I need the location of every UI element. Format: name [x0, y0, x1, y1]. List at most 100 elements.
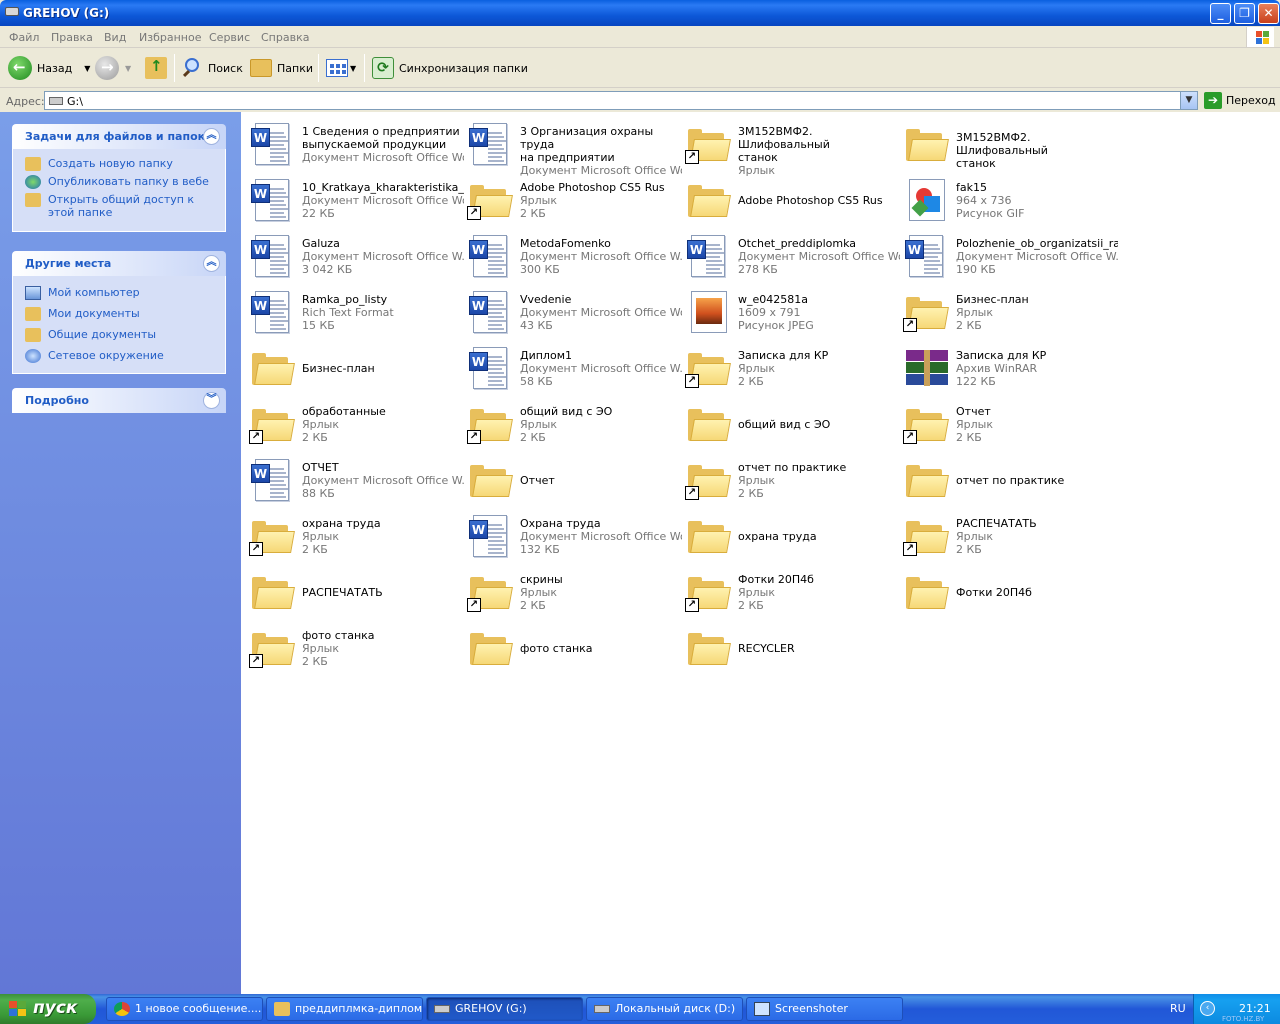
file-item[interactable]: ↗ Записка для КР Ярлык 2 КБ — [681, 340, 899, 392]
file-item[interactable]: Записка для КР Архив WinRAR 122 КБ — [899, 340, 1117, 392]
file-item[interactable]: w_e042581a 1609 x 791 Рисунок JPEG — [681, 284, 899, 336]
collapse-icon[interactable]: ︽ — [203, 255, 220, 272]
file-size: 2 КБ — [956, 543, 982, 556]
menu-tools[interactable]: Сервис — [209, 31, 250, 44]
file-size: 2 КБ — [302, 655, 328, 668]
address-dropdown-button[interactable]: ▼ — [1180, 92, 1197, 109]
file-item[interactable]: ↗ 3М152ВМФ2. Шлифовальный станок Ярлык — [681, 116, 899, 177]
file-item[interactable]: ↗ скрины Ярлык 2 КБ — [463, 564, 681, 616]
file-item[interactable]: ↗ Adobe Photoshop CS5 Rus Ярлык 2 КБ — [463, 172, 681, 224]
file-item[interactable]: фото станка — [463, 620, 681, 672]
file-item[interactable]: W1 Сведения о предприятии выпускаемой пр… — [245, 116, 464, 168]
new-folder-link[interactable]: Создать новую папку — [25, 157, 219, 171]
file-item[interactable]: W Ramka_po_listy Rich Text Format 15 КБ — [245, 284, 463, 336]
file-item[interactable]: W Otchet_preddiplomka Документ Microsoft O… — [681, 228, 900, 280]
file-item[interactable]: Бизнес-план — [245, 340, 463, 392]
back-button[interactable]: ← Назад ▼ — [8, 55, 90, 81]
file-type: Ярлык — [520, 586, 557, 599]
file-size: 2 КБ — [738, 487, 764, 500]
address-input[interactable]: G:\ ▼ — [44, 91, 1198, 110]
maximize-button[interactable]: ❐ — [1234, 3, 1255, 24]
file-item[interactable]: W3 Организация охраны труда на предприят… — [463, 116, 682, 177]
publish-folder-link[interactable]: Опубликовать папку в вебе — [25, 175, 219, 189]
expand-icon[interactable]: ︾ — [203, 392, 220, 409]
my-computer-link[interactable]: Мой компьютер — [25, 286, 219, 300]
file-item[interactable]: fak15 964 x 736 Рисунок GIF — [899, 172, 1117, 224]
file-item[interactable]: РАСПЕЧАТАТЬ — [245, 564, 463, 616]
file-item[interactable]: ↗ общий вид с ЭО Ярлык 2 КБ — [463, 396, 681, 448]
file-item[interactable]: охрана труда — [681, 508, 899, 560]
start-button[interactable]: пуск — [0, 994, 96, 1024]
other-places-header[interactable]: Другие места ︽ — [12, 251, 226, 276]
search-button[interactable]: Поиск — [181, 55, 243, 81]
file-item[interactable]: ↗ фото станка Ярлык 2 КБ — [245, 620, 463, 672]
drive-icon — [49, 97, 63, 105]
file-item[interactable]: ↗ обработанные Ярлык 2 КБ — [245, 396, 463, 448]
taskbar-item-screenshoter[interactable]: Screenshoter — [746, 997, 903, 1021]
taskbar-item-browser[interactable]: 1 новое сообщение.... — [106, 997, 263, 1021]
file-item[interactable]: W 10_Kratkaya_kharakteristika_... Документ… — [245, 172, 464, 224]
file-item[interactable]: 3М152ВМФ2. Шлифовальный станок — [899, 116, 1117, 170]
title-bar[interactable]: GREHOV (G:) _ ❐ ✕ — [0, 0, 1280, 26]
language-indicator[interactable]: RU — [1170, 1002, 1186, 1015]
file-name: Бизнес-план — [956, 293, 1029, 306]
file-item[interactable]: W Galuza Документ Microsoft Office W... 3 0… — [245, 228, 464, 280]
drive-icon — [5, 7, 19, 16]
views-button[interactable]: ▼ — [326, 55, 356, 81]
collapse-icon[interactable]: ︽ — [203, 128, 220, 145]
menu-file[interactable]: Файл — [9, 31, 39, 44]
clock: 21:21 — [1239, 1002, 1271, 1015]
file-item[interactable]: W Vvedenie Документ Microsoft Office Word 4… — [463, 284, 682, 336]
menu-help[interactable]: Справка — [261, 31, 309, 44]
file-item[interactable]: RECYCLER — [681, 620, 899, 672]
file-item[interactable]: ↗ Фотки 20П4б Ярлык 2 КБ — [681, 564, 899, 616]
file-item[interactable]: ↗ РАСПЕЧАТАТЬ Ярлык 2 КБ — [899, 508, 1117, 560]
shared-documents-link[interactable]: Общие документы — [25, 328, 219, 342]
file-item[interactable]: W ОТЧЕТ Документ Microsoft Office W... 88 К… — [245, 452, 464, 504]
file-item[interactable]: Фотки 20П4б — [899, 564, 1117, 616]
menu-favorites[interactable]: Избранное — [139, 31, 201, 44]
minimize-button[interactable]: _ — [1210, 3, 1231, 24]
file-item[interactable]: ↗ охрана труда Ярлык 2 КБ — [245, 508, 463, 560]
file-size: 190 КБ — [956, 263, 996, 276]
shortcut-arrow-icon: ↗ — [903, 430, 917, 444]
details-header[interactable]: Подробно ︾ — [12, 388, 226, 413]
go-button[interactable]: ➔ Переход — [1204, 92, 1276, 109]
file-item[interactable]: общий вид с ЭО — [681, 396, 899, 448]
menu-view[interactable]: Вид — [104, 31, 126, 44]
file-item[interactable]: W MetodaFomenko Документ Microsoft Office … — [463, 228, 682, 280]
word-document-icon: W — [467, 512, 515, 558]
folder-icon: ↗ — [249, 512, 297, 558]
close-button[interactable]: ✕ — [1258, 3, 1279, 24]
sync-folder-button[interactable]: ⟳ Синхронизация папки — [372, 55, 528, 81]
forward-button[interactable]: → ▼ — [95, 55, 131, 81]
share-folder-link[interactable]: Открыть общий доступ к этой папке — [25, 193, 219, 219]
file-item[interactable]: ↗ Отчет Ярлык 2 КБ — [899, 396, 1117, 448]
menu-edit[interactable]: Правка — [51, 31, 93, 44]
file-tasks-header[interactable]: Задачи для файлов и папок ︽ — [12, 124, 226, 149]
tray-expand-icon[interactable]: ‹ — [1200, 1001, 1215, 1016]
file-item[interactable]: ↗ отчет по практике Ярлык 2 КБ — [681, 452, 899, 504]
taskbar-item-folder[interactable]: преддиплмка-диплом — [266, 997, 423, 1021]
file-item[interactable]: W Диплом1 Документ Microsoft Office W... 58… — [463, 340, 682, 392]
folders-button[interactable]: Папки — [250, 55, 313, 81]
explorer-window: GREHOV (G:) _ ❐ ✕ Файл Правка Вид Избран… — [0, 0, 1280, 994]
file-item[interactable]: отчет по практике — [899, 452, 1117, 504]
taskbar-item-grehov[interactable]: GREHOV (G:) — [426, 997, 583, 1021]
file-item[interactable]: W Polozhenie_ob_organizatsii_ra... Докумен… — [899, 228, 1118, 280]
file-item[interactable]: Отчет — [463, 452, 681, 504]
shortcut-arrow-icon: ↗ — [685, 486, 699, 500]
my-documents-link[interactable]: Мои документы — [25, 307, 219, 321]
file-item[interactable]: ↗ Бизнес-план Ярлык 2 КБ — [899, 284, 1117, 336]
back-dropdown-icon[interactable]: ▼ — [84, 64, 90, 73]
taskbar-item-local-disk[interactable]: Локальный диск (D:) — [586, 997, 743, 1021]
file-type: Документ Microsoft Office W... — [520, 362, 682, 375]
folder-icon — [685, 176, 733, 222]
file-item[interactable]: W Охрана труда Документ Microsoft Office W… — [463, 508, 682, 560]
network-link[interactable]: Сетевое окружение — [25, 349, 219, 363]
address-label: Адрес: — [6, 95, 45, 108]
up-folder-button[interactable]: ↑ — [145, 55, 167, 81]
file-name: Adobe Photoshop CS5 Rus — [520, 181, 665, 194]
file-item[interactable]: Adobe Photoshop CS5 Rus — [681, 172, 899, 224]
word-document-icon: W — [467, 232, 515, 278]
